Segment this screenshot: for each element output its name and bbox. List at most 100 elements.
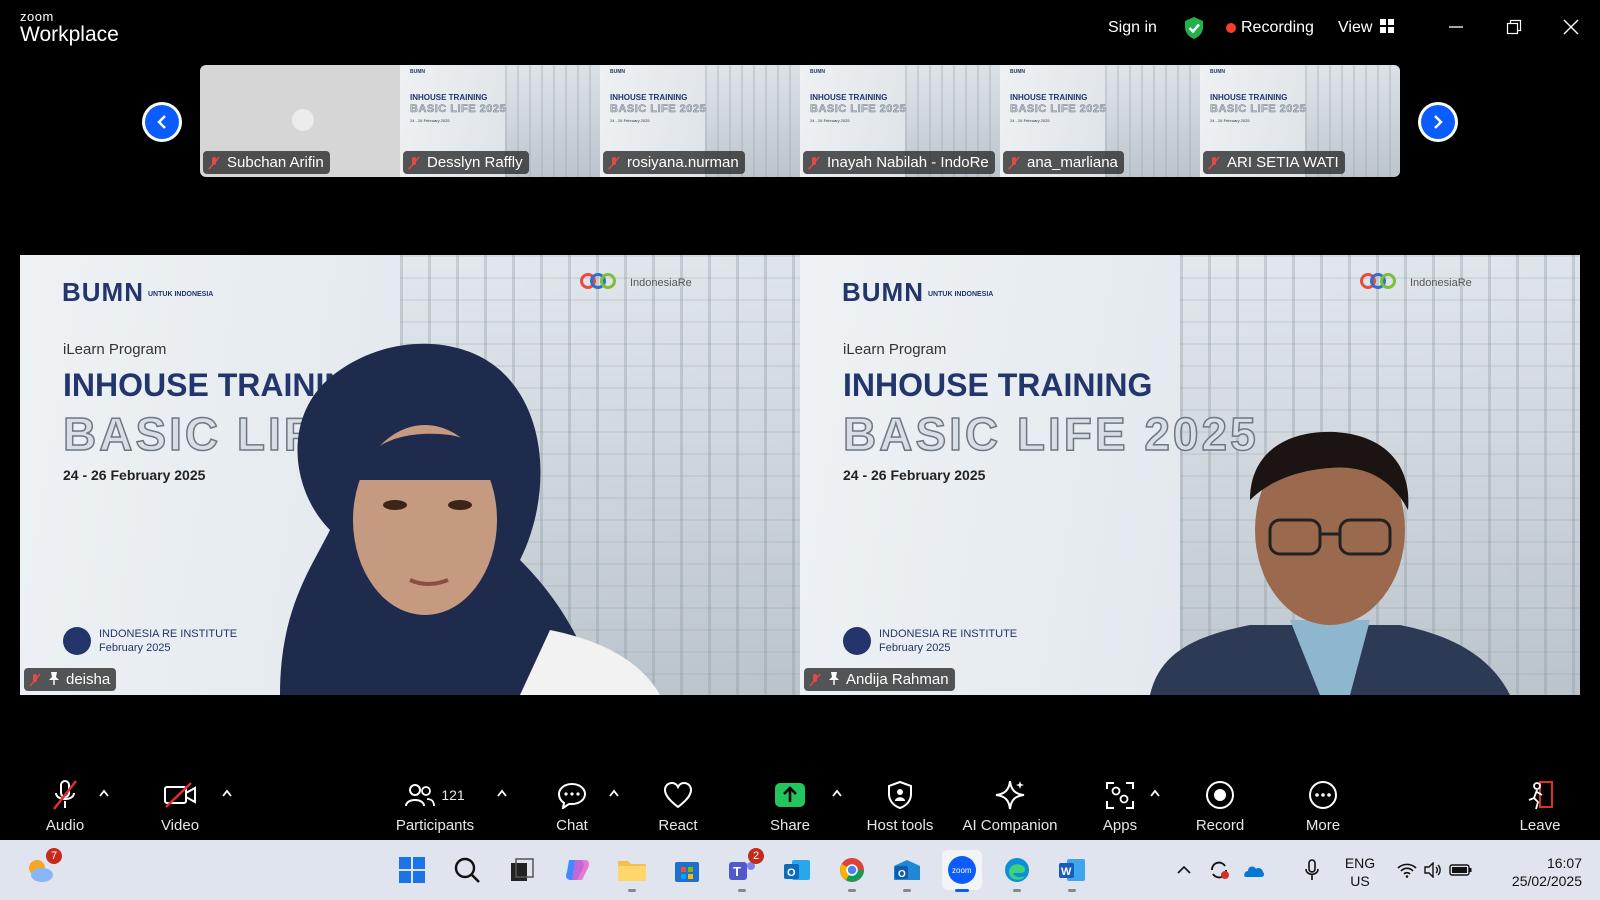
search-icon[interactable] xyxy=(447,850,487,890)
avatar xyxy=(292,109,314,131)
gallery-prev-button[interactable] xyxy=(142,102,182,142)
bumn-logo-subtext: UNTUK INDONESIA xyxy=(148,290,214,298)
apps-button[interactable]: Apps xyxy=(1095,770,1145,840)
copilot-icon[interactable] xyxy=(557,850,597,890)
chat-button[interactable]: Chat xyxy=(547,770,597,840)
encryption-shield-icon[interactable] xyxy=(1183,0,1205,56)
recording-dot-icon xyxy=(1226,23,1236,33)
input-language-indicator[interactable]: ENG US xyxy=(1338,854,1382,890)
recording-indicator[interactable]: Recording xyxy=(1226,0,1314,56)
slide-dates: 24 - 26 February 2025 xyxy=(843,467,986,483)
institute-badge: INDONESIA RE INSTITUTE February 2025 xyxy=(843,627,1017,656)
edge-icon[interactable] xyxy=(997,850,1037,892)
view-button[interactable]: View xyxy=(1338,0,1395,56)
apps-label: Apps xyxy=(1102,817,1138,834)
microphone-icon[interactable] xyxy=(1298,850,1326,890)
share-button[interactable]: Share xyxy=(765,770,815,840)
minimize-icon[interactable] xyxy=(1436,10,1476,44)
participant-video-feed xyxy=(280,343,660,695)
start-icon[interactable] xyxy=(392,850,432,890)
slide-subtitle: BASIC LIFE 2025 xyxy=(810,103,907,116)
chat-label: Chat xyxy=(556,817,588,834)
microsoft-store-icon[interactable] xyxy=(667,850,707,890)
show-hidden-icons-chevron-icon[interactable] xyxy=(1172,850,1196,890)
logo-main-text: Workplace xyxy=(20,23,119,46)
video-button[interactable]: Video xyxy=(155,770,205,840)
ai-companion-button[interactable]: AI Companion xyxy=(955,770,1065,840)
sync-icon[interactable] xyxy=(1205,850,1233,890)
chat-icon xyxy=(557,777,587,813)
file-explorer-icon[interactable] xyxy=(612,850,652,892)
volume-icon[interactable] xyxy=(1421,850,1445,890)
audio-label: Audio xyxy=(45,817,85,834)
slide-bumn-logo: BUMN xyxy=(1210,69,1225,75)
outlook-icon[interactable]: O xyxy=(777,850,817,890)
logo-small-text: zoom xyxy=(20,9,54,24)
participant-thumbnail[interactable]: BUMN INHOUSE TRAINING BASIC LIFE 2025 24… xyxy=(1000,65,1200,177)
gallery-next-button[interactable] xyxy=(1418,102,1458,142)
restore-icon[interactable] xyxy=(1494,10,1534,44)
keyboard-layout: US xyxy=(1350,873,1370,890)
sign-in-label: Sign in xyxy=(1108,19,1157,36)
teams-icon[interactable]: T2 xyxy=(722,848,764,892)
leave-button[interactable]: Leave xyxy=(1515,770,1565,840)
language-code: ENG xyxy=(1344,855,1376,871)
slide-program-label: iLearn Program xyxy=(843,341,947,358)
participant-thumbnail[interactable]: BUMN INHOUSE TRAINING BASIC LIFE 2025 24… xyxy=(800,65,1000,177)
weather-widget-icon[interactable]: 7 xyxy=(20,848,62,890)
zoom-app-icon[interactable]: zoom xyxy=(942,850,982,892)
institute-month: February 2025 xyxy=(99,642,171,655)
share-options-caret-icon[interactable] xyxy=(830,786,844,800)
more-icon xyxy=(1308,777,1338,813)
slide-title: INHOUSE TRAINING xyxy=(843,367,1153,403)
onedrive-icon[interactable] xyxy=(1238,850,1268,890)
audio-button[interactable]: Audio xyxy=(40,770,90,840)
clock[interactable]: 16:07 25/02/2025 xyxy=(1490,854,1590,890)
teams-badge: 2 xyxy=(748,848,764,864)
audio-options-caret-icon[interactable] xyxy=(97,786,111,800)
outlook-new-icon[interactable]: O xyxy=(887,850,927,892)
wifi-icon[interactable] xyxy=(1395,850,1419,890)
react-button[interactable]: React xyxy=(653,770,703,840)
more-button[interactable]: More xyxy=(1298,770,1348,840)
participant-thumbnail[interactable]: BUMN INHOUSE TRAINING BASIC LIFE 2025 24… xyxy=(600,65,800,177)
video-options-caret-icon[interactable] xyxy=(220,786,234,800)
zoom-workplace-logo: zoom Workplace xyxy=(20,10,119,45)
word-icon[interactable]: W xyxy=(1052,850,1092,892)
task-view-icon[interactable] xyxy=(502,850,542,890)
chat-options-caret-icon[interactable] xyxy=(607,786,621,800)
participant-name: ana_marliana xyxy=(1027,154,1118,171)
share-screen-icon xyxy=(774,777,806,813)
mic-muted-icon xyxy=(407,156,421,170)
participant-thumbnail[interactable]: BUMN INHOUSE TRAINING BASIC LIFE 2025 24… xyxy=(400,65,600,177)
indonesiare-logo xyxy=(580,273,616,292)
participants-options-caret-icon[interactable] xyxy=(495,786,509,800)
battery-icon[interactable] xyxy=(1447,850,1475,890)
indonesiare-logo-text: IndonesiaRe xyxy=(630,276,692,289)
view-label: View xyxy=(1338,19,1373,36)
slide-program-label: iLearn Program xyxy=(63,341,167,358)
video-tile-deisha[interactable]: BUMN UNTUK INDONESIA IndonesiaRe iLearn P… xyxy=(20,255,800,695)
record-icon xyxy=(1205,777,1235,813)
participants-icon: 121 xyxy=(405,777,465,813)
chrome-icon[interactable] xyxy=(832,850,872,892)
indonesiare-logo-text: IndonesiaRe xyxy=(1410,276,1472,289)
bumn-logo-text: BUMN xyxy=(62,277,144,307)
video-label: Video xyxy=(160,817,200,834)
close-icon[interactable] xyxy=(1551,10,1591,44)
participant-nametag: ARI SETIA WATI xyxy=(1203,151,1345,174)
participants-button[interactable]: 121 Participants xyxy=(390,770,480,840)
participant-thumbnail[interactable]: Subchan Arifin xyxy=(200,65,400,177)
gallery-strip: Subchan Arifin BUMN INHOUSE TRAINING BAS… xyxy=(200,65,1400,177)
record-button[interactable]: Record xyxy=(1195,770,1245,840)
host-tools-label: Host tools xyxy=(866,817,934,834)
mic-muted-icon xyxy=(28,673,42,687)
sign-in-button[interactable]: Sign in xyxy=(1108,0,1157,56)
video-off-icon xyxy=(163,777,197,813)
slide-partner-logos: IndonesiaRe xyxy=(1360,273,1472,292)
pin-icon xyxy=(828,671,840,689)
participant-thumbnail[interactable]: BUMN INHOUSE TRAINING BASIC LIFE 2025 24… xyxy=(1200,65,1400,177)
host-tools-button[interactable]: Host tools xyxy=(860,770,940,840)
video-tile-andija-rahman[interactable]: BUMN UNTUK INDONESIA IndonesiaRe iLearn P… xyxy=(800,255,1580,695)
apps-options-caret-icon[interactable] xyxy=(1148,786,1162,800)
